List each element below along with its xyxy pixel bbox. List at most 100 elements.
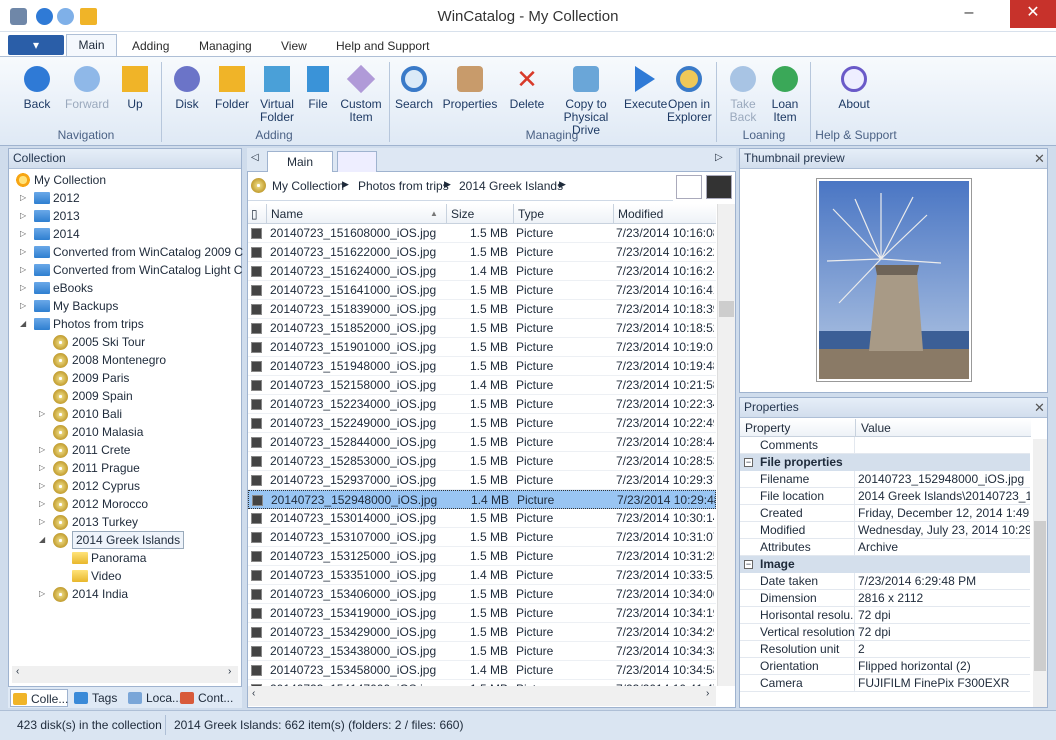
about-button[interactable]: About: [833, 66, 875, 111]
tree-item-folder[interactable]: ▷ Converted from WinCatalog 2009 C: [12, 243, 243, 261]
table-row[interactable]: 20140723_153438000_iOS.jpg 1.5 MB Picture 7…: [248, 642, 716, 661]
tab-adding[interactable]: Adding: [132, 39, 169, 53]
table-row[interactable]: 20140723_151624000_iOS.jpg 1.4 MB Picture 7…: [248, 262, 716, 281]
column-size[interactable]: Size: [451, 207, 474, 221]
expand-arrow-icon[interactable]: ▷: [20, 207, 30, 225]
execute-button[interactable]: Execute: [624, 66, 667, 111]
expand-arrow-icon[interactable]: ▷: [20, 225, 30, 243]
collapse-icon[interactable]: −: [744, 458, 753, 467]
expand-arrow-icon[interactable]: ▷: [20, 297, 30, 315]
tab-main-view[interactable]: Main: [267, 151, 333, 172]
table-row[interactable]: 20140723_151948000_iOS.jpg 1.5 MB Picture 7…: [248, 357, 716, 376]
properties-vscrollbar[interactable]: [1033, 439, 1047, 707]
expand-arrow-icon[interactable]: ▷: [20, 243, 30, 261]
table-row[interactable]: 20140723_153406000_iOS.jpg 1.5 MB Picture 7…: [248, 585, 716, 604]
tab-view[interactable]: View: [281, 39, 307, 53]
forward-button[interactable]: Forward: [62, 66, 112, 111]
expand-arrow-icon[interactable]: ▷: [39, 405, 49, 423]
tab-contacts[interactable]: Cont...: [178, 689, 233, 707]
tree-item-trip[interactable]: 2008 Montenegro: [12, 351, 238, 369]
property-row[interactable]: Horisontal resolu... 72 dpi: [740, 607, 1030, 624]
add-folder-button[interactable]: Folder: [213, 66, 251, 111]
breadcrumb-item-trips[interactable]: Photos from trips: [358, 179, 449, 193]
column-modified[interactable]: Modified: [618, 207, 663, 221]
table-row[interactable]: 20140723_153419000_iOS.jpg 1.5 MB Picture 7…: [248, 604, 716, 623]
table-row[interactable]: 20140723_153351000_iOS.jpg 1.4 MB Picture 7…: [248, 566, 716, 585]
add-custom-item-button[interactable]: Custom Item: [338, 64, 384, 124]
breadcrumb-item-greek[interactable]: 2014 Greek Islands: [459, 179, 563, 193]
tree-root[interactable]: My Collection: [12, 171, 238, 189]
tree-hscrollbar[interactable]: [12, 666, 238, 683]
property-row[interactable]: Orientation Flipped horizontal (2): [740, 658, 1030, 675]
tree-item-trip[interactable]: 2009 Spain: [12, 387, 238, 405]
tab-locations[interactable]: Loca...: [126, 689, 182, 707]
table-row[interactable]: 20140723_151852000_iOS.jpg 1.5 MB Picture 7…: [248, 319, 716, 338]
property-row[interactable]: Filename 20140723_152948000_iOS.jpg: [740, 471, 1030, 488]
tabs-scroll-left-icon[interactable]: ◁: [251, 152, 259, 163]
expand-arrow-icon[interactable]: ▷: [20, 189, 30, 207]
table-row[interactable]: 20140723_152158000_iOS.jpg 1.4 MB Picture 7…: [248, 376, 716, 395]
column-value[interactable]: Value: [861, 421, 891, 435]
tree-item-trip[interactable]: 2005 Ski Tour: [12, 333, 238, 351]
view-mode-button[interactable]: [676, 175, 702, 199]
tree-item-trip[interactable]: ▷ 2011 Prague: [12, 459, 238, 477]
file-type-column-icon[interactable]: ▯: [251, 207, 258, 221]
property-row[interactable]: Date taken 7/23/2014 6:29:48 PM: [740, 573, 1030, 590]
tree-item-folder[interactable]: ▷ Converted from WinCatalog Light C: [12, 261, 242, 279]
add-file-button[interactable]: File: [303, 66, 333, 111]
tab-collection[interactable]: Colle...: [10, 689, 68, 707]
table-row[interactable]: 20140723_151839000_iOS.jpg 1.5 MB Picture 7…: [248, 300, 716, 319]
copy-to-physical-drive-button[interactable]: Copy to Physical Drive: [549, 66, 623, 137]
add-virtual-folder-button[interactable]: Virtual Folder: [256, 66, 298, 124]
property-row[interactable]: Dimension 2816 x 2112: [740, 590, 1030, 607]
table-row[interactable]: 20140723_153125000_iOS.jpg 1.5 MB Picture 7…: [248, 547, 716, 566]
table-row[interactable]: 20140723_151901000_iOS.jpg 1.5 MB Picture 7…: [248, 338, 716, 357]
scroll-left-icon[interactable]: ‹: [252, 688, 255, 699]
table-row[interactable]: 20140723_152937000_iOS.jpg 1.5 MB Picture 7…: [248, 471, 716, 490]
table-row[interactable]: 20140723_151641000_iOS.jpg 1.5 MB Picture 7…: [248, 281, 716, 300]
property-row[interactable]: Created Friday, December 12, 2014 1:49:..…: [740, 505, 1030, 522]
up-button[interactable]: Up: [120, 66, 150, 111]
tree-item-subfolder[interactable]: Video: [12, 567, 238, 585]
expand-arrow-icon[interactable]: ▷: [20, 261, 30, 279]
tree-item-trip[interactable]: ▷ 2010 Bali: [12, 405, 238, 423]
table-row[interactable]: 20140723_152948000_iOS.jpg 1.4 MB Picture 7…: [248, 490, 716, 509]
tab-managing[interactable]: Managing: [199, 39, 252, 53]
expand-arrow-icon[interactable]: ▷: [39, 495, 49, 513]
column-property[interactable]: Property: [745, 421, 790, 435]
property-row[interactable]: Vertical resolution 72 dpi: [740, 624, 1030, 641]
open-in-explorer-button[interactable]: Open in Explorer: [667, 66, 712, 124]
tab-help[interactable]: Help and Support: [336, 39, 429, 53]
tree-item-trip[interactable]: ▷ 2012 Morocco: [12, 495, 238, 513]
table-row[interactable]: 20140723_152249000_iOS.jpg 1.5 MB Picture 7…: [248, 414, 716, 433]
expand-arrow-icon[interactable]: ▷: [39, 459, 49, 477]
tree-item-folder[interactable]: ▷ eBooks: [12, 279, 238, 297]
close-properties-icon[interactable]: ✕: [1034, 400, 1045, 416]
property-row[interactable]: File location 2014 Greek Islands\20140723…: [740, 488, 1030, 505]
tree-item-trip[interactable]: ▷ 2014 India: [12, 585, 238, 603]
breadcrumb-arrow-icon[interactable]: ▶: [342, 179, 349, 190]
table-row[interactable]: 20140723_152853000_iOS.jpg 1.5 MB Picture 7…: [248, 452, 716, 471]
expand-arrow-icon[interactable]: ▷: [39, 513, 49, 531]
table-row[interactable]: 20140723_151622000_iOS.jpg 1.5 MB Picture 7…: [248, 243, 716, 262]
tree-item-trip[interactable]: 2010 Malasia: [12, 423, 238, 441]
file-list-hscrollbar[interactable]: ‹ ›: [248, 686, 716, 706]
scroll-thumb[interactable]: [719, 301, 734, 317]
table-row[interactable]: 20140723_152844000_iOS.jpg 1.5 MB Picture 7…: [248, 433, 716, 452]
scroll-thumb[interactable]: [1034, 521, 1046, 671]
scroll-right-icon[interactable]: ›: [228, 666, 231, 677]
table-row[interactable]: 20140723_153107000_iOS.jpg 1.5 MB Picture 7…: [248, 528, 716, 547]
tree-item-trip[interactable]: ▷ 2011 Crete: [12, 441, 238, 459]
column-type[interactable]: Type: [518, 207, 544, 221]
category-file-properties[interactable]: − File properties: [740, 454, 1030, 471]
delete-button[interactable]: ✕ Delete: [507, 66, 547, 111]
tree-item-folder[interactable]: ▷ 2012: [12, 189, 238, 207]
tab-tags[interactable]: Tags: [72, 689, 117, 707]
minimize-button[interactable]: –: [946, 0, 992, 28]
scroll-right-icon[interactable]: ›: [706, 688, 709, 699]
tree-item-trip[interactable]: ▷ 2012 Cyprus: [12, 477, 238, 495]
tree-item-folder[interactable]: ◢ Photos from trips: [12, 315, 238, 333]
expand-arrow-icon[interactable]: ▷: [20, 279, 30, 297]
category-image[interactable]: − Image: [740, 556, 1030, 573]
column-name[interactable]: Name: [271, 207, 303, 221]
